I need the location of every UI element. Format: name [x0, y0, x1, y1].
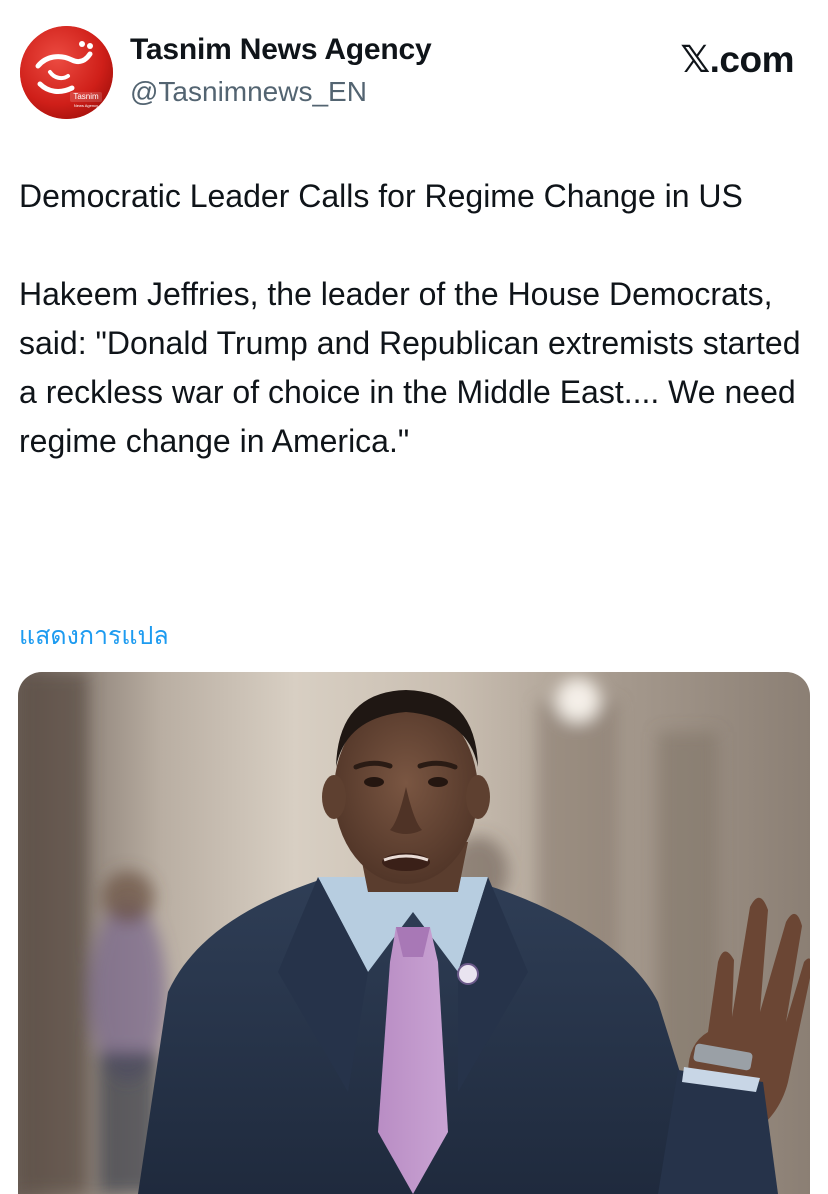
source-site-label: 𝕏.com — [680, 38, 794, 81]
person-photo-icon — [18, 672, 810, 1194]
x-logo-icon: 𝕏 — [680, 38, 710, 81]
show-translation-link[interactable]: แสดงการแปล — [19, 616, 169, 656]
source-site-suffix: .com — [709, 39, 795, 80]
avatar-logo-text: Tasnim — [73, 92, 99, 101]
tweet-body: Hakeem Jeffries, the leader of the House… — [19, 276, 801, 459]
tweet-card: Tasnim News Agency Tasnim News Agency @T… — [0, 0, 828, 1194]
user-handle[interactable]: @Tasnimnews_EN — [130, 76, 367, 108]
avatar-logo-subtext: News Agency — [74, 103, 98, 108]
display-name[interactable]: Tasnim News Agency — [130, 33, 432, 67]
tweet-text: Democratic Leader Calls for Regime Chang… — [19, 172, 814, 466]
avatar[interactable]: Tasnim News Agency — [20, 26, 113, 119]
tasnim-logo-icon: Tasnim News Agency — [20, 26, 113, 119]
tweet-headline: Democratic Leader Calls for Regime Chang… — [19, 178, 743, 214]
tweet-photo[interactable] — [18, 672, 810, 1194]
